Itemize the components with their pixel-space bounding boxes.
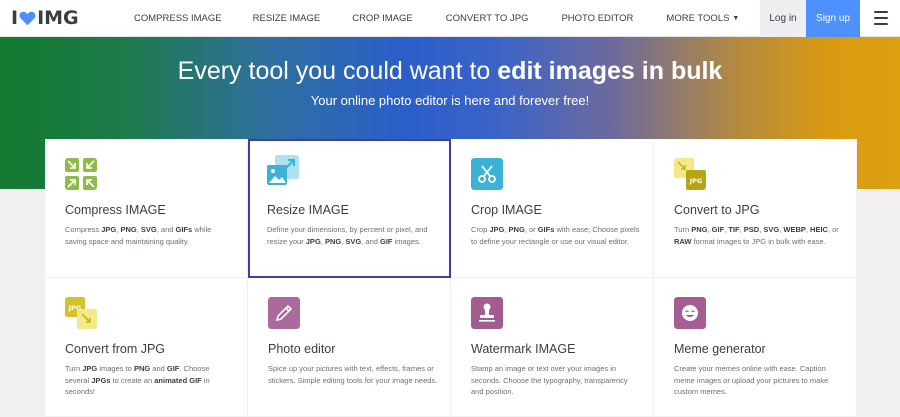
signup-button[interactable]: Sign up [806,0,860,37]
tool-card-convert-to-jpg[interactable]: JPG Convert to JPG Turn PNG, GIF, TIF, P… [654,139,857,278]
tool-title: Meme generator [674,342,766,356]
tool-title: Convert to JPG [674,203,760,217]
tool-description: Crop JPG, PNG, or GIFs with ease; Choose… [471,225,640,246]
nav-more-tools[interactable]: MORE TOOLS ▼ [666,0,739,37]
tool-description: Stamp an image or text over your images … [471,364,628,396]
top-navbar: I IMG COMPRESS IMAGE RESIZE IMAGE CROP I… [0,0,900,37]
tool-description: Compress JPG, PNG, SVG, and GIFs while s… [65,225,212,246]
crop-icon [471,158,503,190]
main-nav: COMPRESS IMAGE RESIZE IMAGE CROP IMAGE C… [111,0,739,37]
nav-resize-image[interactable]: RESIZE IMAGE [253,0,321,37]
convert-from-jpg-icon: JPG [65,297,97,329]
heart-icon [19,11,36,25]
login-button[interactable]: Log in [760,0,806,37]
ilovimg-logo[interactable]: I IMG [11,0,101,37]
logo-letter-i: I [11,7,19,29]
logo-text-img: IMG [37,7,79,29]
nav-photo-editor[interactable]: PHOTO EDITOR [561,0,633,37]
nav-crop-image[interactable]: CROP IMAGE [352,0,413,37]
hero-subtitle: Your online photo editor is here and for… [310,93,590,108]
tool-title: Compress IMAGE [65,203,166,217]
nav-label: COMPRESS IMAGE [134,12,222,24]
convert-to-jpg-icon: JPG [674,158,706,190]
smiley-icon [674,297,706,329]
tool-title: Watermark IMAGE [471,342,576,356]
tool-card-resize[interactable]: Resize IMAGE Define your dimensions, by … [248,139,451,278]
tool-description: Spice up your pictures with text, effect… [268,364,438,385]
tool-description: Define your dimensions, by percent or pi… [267,225,428,246]
tool-card-photo-editor[interactable]: Photo editor Spice up your pictures with… [248,278,451,417]
svg-text:JPG: JPG [689,177,703,185]
caret-down-icon: ▼ [732,14,740,22]
hamburger-menu-icon[interactable] [874,11,888,25]
tool-title: Crop IMAGE [471,203,542,217]
tool-description: Turn PNG, GIF, TIF, PSD, SVG, WEBP, HEIC… [674,225,839,246]
nav-compress-image[interactable]: COMPRESS IMAGE [134,0,222,37]
tool-description: Turn JPG images to PNG and GIF. Choose s… [65,364,210,396]
hero-title-bold: edit images in bulk [497,57,723,85]
tool-card-meme-generator[interactable]: Meme generator Create your memes online … [654,278,857,417]
hero-title-text: Every tool you could want to [177,57,498,85]
tool-description: Create your memes online with ease. Capt… [674,364,829,396]
nav-label: PHOTO EDITOR [561,12,634,24]
nav-convert-to-jpg[interactable]: CONVERT TO JPG [446,0,529,37]
tool-title: Resize IMAGE [267,203,349,217]
tool-card-crop[interactable]: Crop IMAGE Crop JPG, PNG, or GIFs with e… [451,139,654,278]
compress-icon [65,158,97,190]
resize-icon [267,155,299,185]
nav-label: RESIZE IMAGE [252,12,321,24]
hero-title: Every tool you could want to edit images… [0,57,900,86]
tool-title: Convert from JPG [65,342,166,356]
nav-label: CROP IMAGE [352,12,413,24]
tool-card-compress[interactable]: Compress IMAGE Compress JPG, PNG, SVG, a… [45,139,248,278]
tools-grid: Compress IMAGE Compress JPG, PNG, SVG, a… [45,139,857,417]
tool-title: Photo editor [268,342,336,356]
stamp-icon [471,297,503,329]
tool-card-convert-from-jpg[interactable]: JPG Convert from JPG Turn JPG images to … [45,278,248,417]
pencil-icon [268,297,300,329]
nav-label: CONVERT TO JPG [445,12,529,24]
nav-label: MORE TOOLS [666,12,730,24]
tool-card-watermark[interactable]: Watermark IMAGE Stamp an image or text o… [451,278,654,417]
